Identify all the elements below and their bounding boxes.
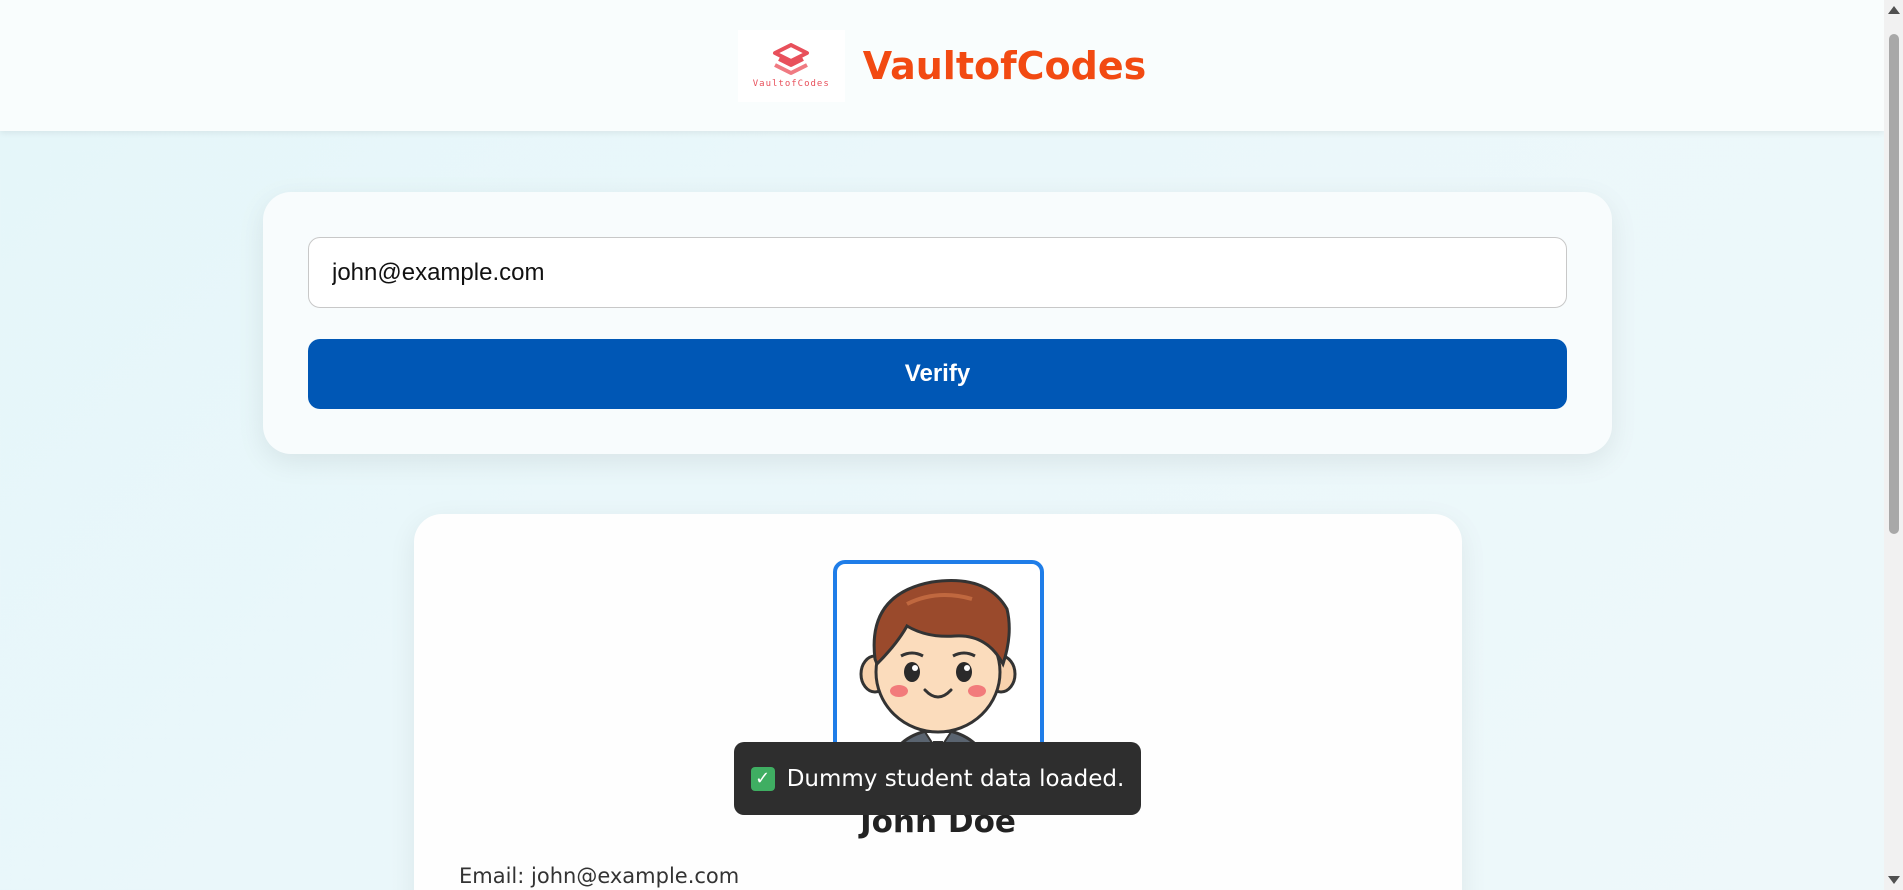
logo-text: VaultofCodes [752, 78, 830, 89]
logo-icon [773, 42, 810, 75]
scrollbar-thumb[interactable] [1889, 34, 1899, 534]
site-header: VaultofCodes VaultofCodes [0, 0, 1884, 131]
student-email: Email: john@example.com [459, 864, 740, 888]
check-mark-icon: ✓ [750, 766, 775, 791]
toast-notification: ✓ Dummy student data loaded. [734, 742, 1141, 815]
email-input[interactable] [308, 237, 1567, 308]
logo: VaultofCodes [737, 29, 845, 102]
student-profile-card: John Doe Email: john@example.com [414, 514, 1462, 890]
site-title: VaultofCodes [862, 43, 1147, 88]
toast-message: Dummy student data loaded. [786, 765, 1125, 792]
brand[interactable]: VaultofCodes VaultofCodes [737, 29, 1147, 102]
scroll-up-icon[interactable] [1888, 6, 1900, 14]
verify-button[interactable]: Verify [308, 339, 1567, 409]
scroll-down-icon[interactable] [1888, 876, 1900, 884]
vertical-scrollbar[interactable] [1884, 0, 1903, 890]
verify-card: Verify [263, 192, 1612, 454]
